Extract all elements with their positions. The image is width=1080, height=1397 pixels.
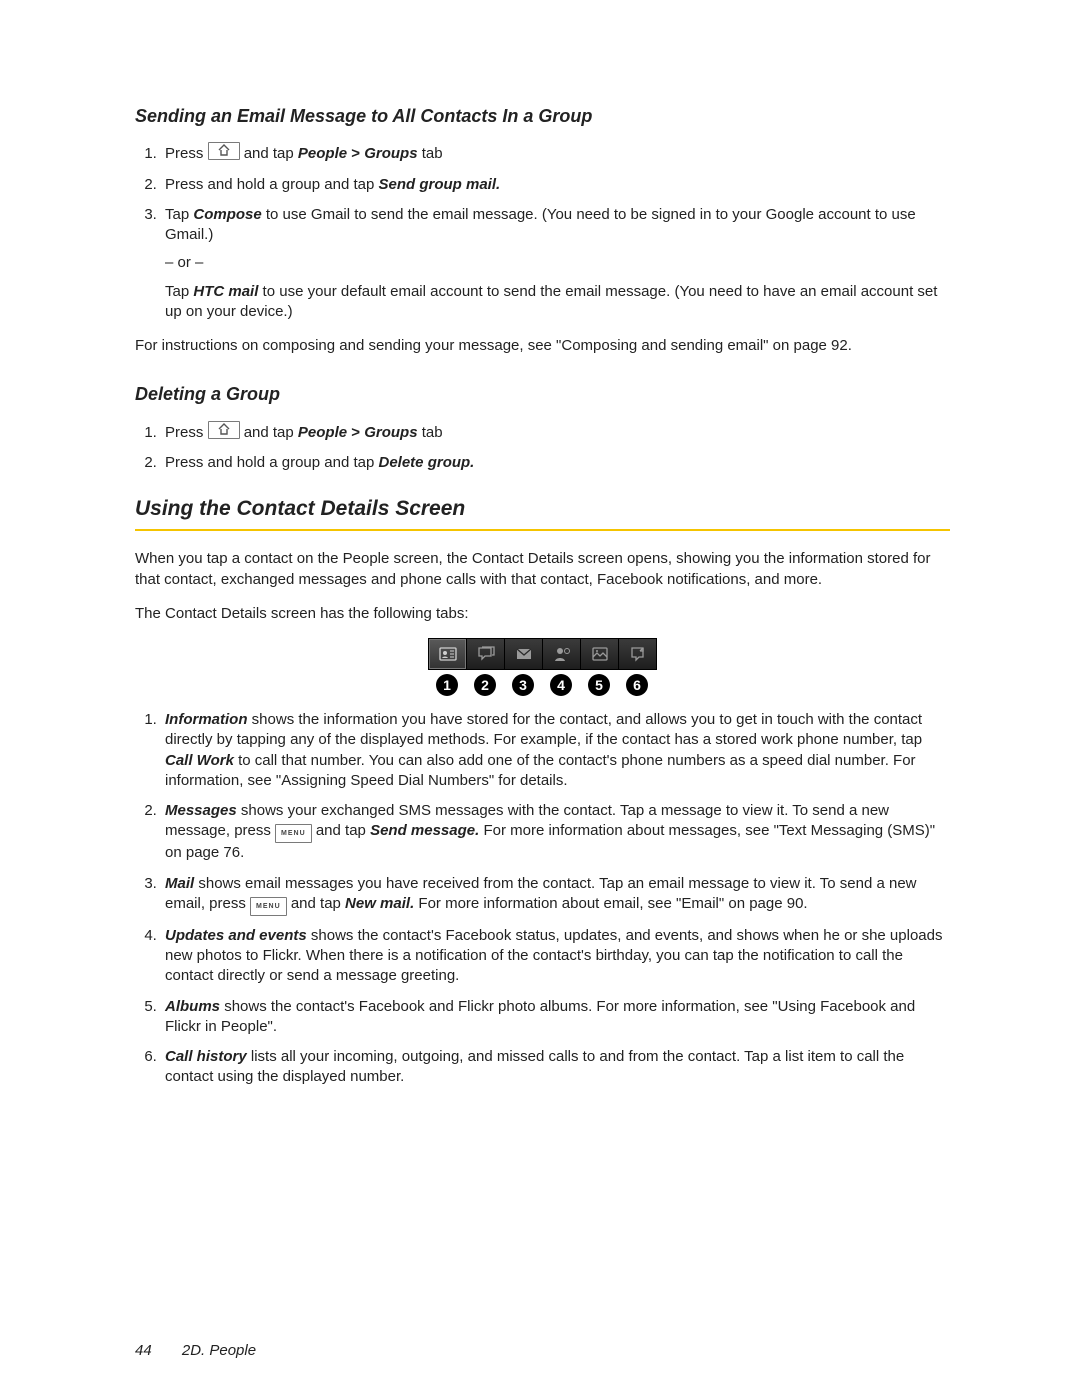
text: lists all your incoming, outgoing, and m… [165, 1048, 904, 1085]
text: shows the contact's Facebook and Flickr … [165, 998, 915, 1035]
page-number: 44 [135, 1342, 152, 1359]
label: Call history [165, 1048, 247, 1065]
text-send-message: Send message. [370, 822, 479, 839]
tab-row [428, 638, 657, 670]
heading-contact-details: Using the Contact Details Screen [135, 495, 950, 523]
tab-information-icon [429, 639, 467, 669]
text-call-work: Call Work [165, 752, 234, 769]
section-title: 2D. People [182, 1342, 256, 1359]
text-gt: > [351, 145, 364, 162]
callout-1: 1 [436, 674, 458, 696]
tab-mail-icon [505, 639, 543, 669]
text-people: People [298, 145, 347, 162]
text: and tap [316, 822, 370, 839]
text-groups: Groups [364, 145, 417, 162]
text: tab [422, 145, 443, 162]
text: and tap [244, 424, 298, 441]
heading-deleting-group: Deleting a Group [135, 382, 950, 406]
text: Tap [165, 283, 193, 300]
text: to use your default email account to sen… [165, 283, 937, 320]
callout-2: 2 [474, 674, 496, 696]
text: Tap [165, 206, 193, 223]
heading-send-email-group: Sending an Email Message to All Contacts… [135, 104, 950, 128]
tab-call-history-icon [619, 639, 656, 669]
para-instructions: For instructions on composing and sendin… [135, 336, 950, 356]
label: Updates and events [165, 927, 307, 944]
text-gt: > [351, 424, 364, 441]
tab-desc-albums: Albums shows the contact's Facebook and … [161, 997, 950, 1038]
text-compose: Compose [193, 206, 261, 223]
text: Press [165, 145, 208, 162]
steps-send-email: Press and tap People > Groups tab Press … [135, 142, 950, 322]
para-lead: The Contact Details screen has the follo… [135, 604, 950, 624]
step-2: Press and hold a group and tap Delete gr… [161, 453, 950, 473]
step-3b: Tap HTC mail to use your default email a… [165, 282, 950, 323]
tab-albums-icon [581, 639, 619, 669]
label: Information [165, 711, 248, 728]
tab-updates-icon [543, 639, 581, 669]
text-or: – or – [165, 253, 950, 273]
text: Press [165, 424, 208, 441]
text-send-group-mail: Send group mail. [379, 176, 501, 193]
tab-desc-call-history: Call history lists all your incoming, ou… [161, 1047, 950, 1088]
text-groups: Groups [364, 424, 417, 441]
page: Sending an Email Message to All Contacts… [0, 0, 1080, 1397]
callout-6: 6 [626, 674, 648, 696]
tabs-list: Information shows the information you ha… [135, 710, 950, 1088]
para-intro: When you tap a contact on the People scr… [135, 549, 950, 590]
text-delete-group: Delete group. [379, 454, 475, 471]
text: to call that number. You can also add on… [165, 752, 916, 789]
step-2: Press and hold a group and tap Send grou… [161, 175, 950, 195]
text-people: People [298, 424, 347, 441]
menu-key-icon: menu [250, 897, 287, 916]
text: Press and hold a group and tap [165, 176, 379, 193]
tab-desc-information: Information shows the information you ha… [161, 710, 950, 791]
home-key-icon [208, 142, 240, 160]
text-htc-mail: HTC mail [193, 283, 258, 300]
home-key-icon [208, 421, 240, 439]
label: Messages [165, 802, 237, 819]
callout-4: 4 [550, 674, 572, 696]
tab-desc-mail: Mail shows email messages you have recei… [161, 874, 950, 916]
callout-3: 3 [512, 674, 534, 696]
label: Mail [165, 875, 194, 892]
tab-desc-updates: Updates and events shows the contact's F… [161, 926, 950, 987]
label: Albums [165, 998, 220, 1015]
text: and tap [244, 145, 298, 162]
step-1: Press and tap People > Groups tab [161, 421, 950, 443]
page-footer: 44 2D. People [135, 1341, 256, 1361]
callout-5: 5 [588, 674, 610, 696]
text: Press and hold a group and tap [165, 454, 379, 471]
divider [135, 529, 950, 531]
menu-key-icon: menu [275, 824, 312, 843]
step-3: Tap Compose to use Gmail to send the ema… [161, 205, 950, 322]
step-1: Press and tap People > Groups tab [161, 142, 950, 164]
number-row: 1 2 3 4 5 6 [428, 674, 657, 696]
text: to use Gmail to send the email message. … [165, 206, 916, 243]
text: and tap [291, 895, 345, 912]
tab-desc-messages: Messages shows your exchanged SMS messag… [161, 801, 950, 864]
steps-delete-group: Press and tap People > Groups tab Press … [135, 421, 950, 474]
text: shows the information you have stored fo… [165, 711, 922, 748]
text-new-mail: New mail. [345, 895, 414, 912]
text: For more information about email, see "E… [418, 895, 807, 912]
tab-messages-icon [467, 639, 505, 669]
text: tab [422, 424, 443, 441]
tabstrip-figure: 1 2 3 4 5 6 [135, 638, 950, 696]
